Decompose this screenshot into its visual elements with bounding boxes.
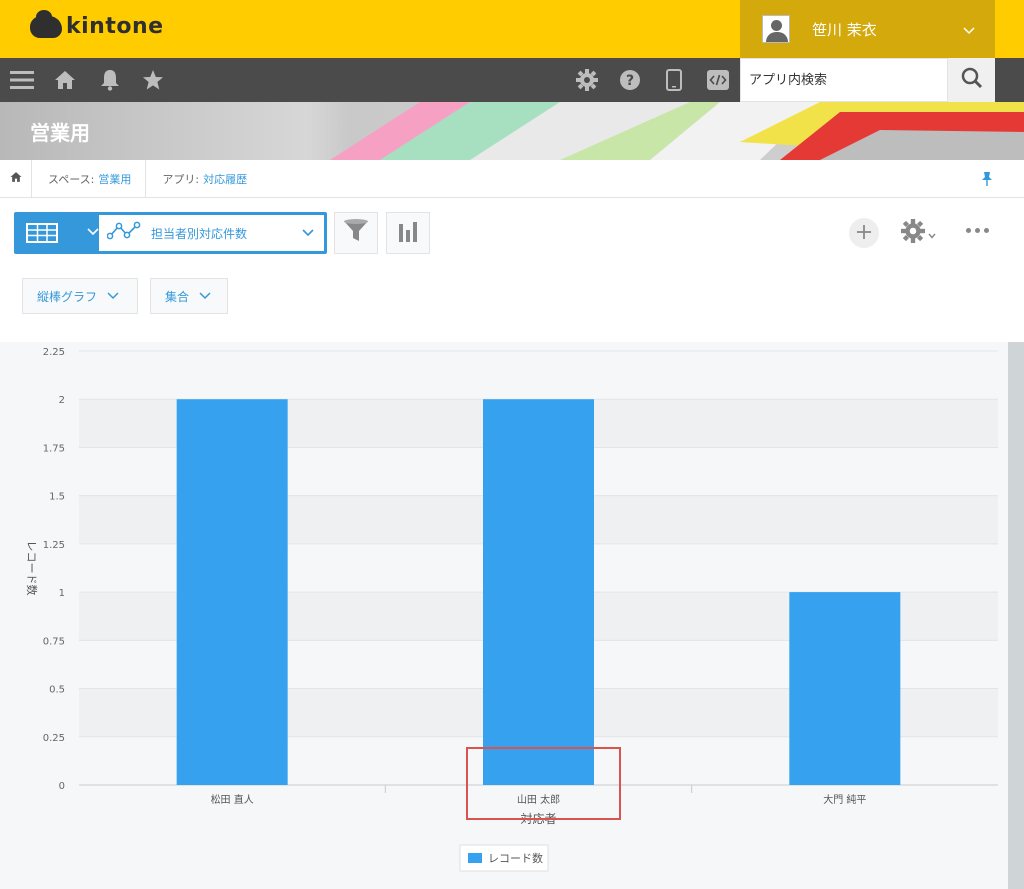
gear-icon[interactable] <box>575 68 599 92</box>
graph-name: 担当者別対応件数 <box>151 226 248 241</box>
svg-text:?: ? <box>626 73 634 89</box>
y-axis-title: レコード数 <box>25 541 38 596</box>
bar[interactable] <box>789 592 901 785</box>
pin-icon[interactable] <box>980 171 994 187</box>
search-input[interactable] <box>740 58 948 102</box>
bar-chart-icon <box>398 220 418 246</box>
breadcrumb-space-link[interactable]: 営業用 <box>98 171 131 187</box>
y-tick-label: 1.25 <box>43 540 65 551</box>
toolbar: 担当者別対応件数 縦棒グラフ 集合 <box>0 198 1024 328</box>
chevron-down-icon <box>199 289 211 303</box>
y-tick-label: 0.75 <box>43 636 65 647</box>
y-tick-label: 1 <box>59 588 65 599</box>
top-header: kintone 笹川 茉衣 <box>0 0 1024 58</box>
chevron-down-icon <box>963 23 975 35</box>
kintone-logo[interactable]: kintone <box>30 9 164 39</box>
bar[interactable] <box>176 399 288 785</box>
aggregation-label: 集合 <box>165 289 190 304</box>
search-button[interactable] <box>948 58 995 102</box>
banner-image <box>330 102 1024 160</box>
breadcrumb-app-link[interactable]: 対応履歴 <box>203 171 247 187</box>
x-tick-label: 大門 純平 <box>823 793 866 806</box>
breadcrumb-space-prefix: スペース: <box>48 172 95 186</box>
user-name: 笹川 茉衣 <box>812 20 877 39</box>
chart-type-dropdown[interactable]: 縦棒グラフ <box>22 278 138 314</box>
star-icon[interactable] <box>141 68 165 92</box>
y-tick-label: 0 <box>59 781 65 792</box>
y-tick-label: 1.75 <box>43 443 65 454</box>
y-tick-label: 2.25 <box>43 347 65 358</box>
more-options-button[interactable] <box>966 224 992 236</box>
y-tick-label: 0.5 <box>49 685 65 696</box>
breadcrumb-home[interactable] <box>0 159 32 198</box>
menu-icon[interactable] <box>10 68 34 92</box>
graph-button[interactable] <box>386 212 430 254</box>
chevron-down-icon <box>928 224 936 243</box>
chevron-down-icon <box>87 224 99 240</box>
app-settings-button[interactable] <box>901 219 941 247</box>
breadcrumb-space[interactable]: スペース: 営業用 <box>32 159 147 198</box>
graph-selector[interactable]: 担当者別対応件数 <box>99 215 324 251</box>
home-icon[interactable] <box>53 68 77 92</box>
search-icon <box>961 67 983 93</box>
y-tick-label: 2 <box>59 395 65 406</box>
breadcrumb-app-prefix: アプリ: <box>162 172 200 186</box>
chart-type-label: 縦棒グラフ <box>37 289 98 304</box>
y-tick-label: 0.25 <box>43 733 65 744</box>
legend-swatch <box>468 853 482 863</box>
bar[interactable] <box>483 399 594 785</box>
dot-icon <box>966 227 971 233</box>
avatar <box>762 15 790 43</box>
breadcrumb: スペース: 営業用 アプリ: 対応履歴 <box>0 159 1024 198</box>
annotation-highlight-box <box>466 747 621 820</box>
space-banner: 営業用 <box>0 102 1024 160</box>
dot-icon <box>975 227 980 233</box>
gear-icon <box>901 219 925 247</box>
filter-icon <box>343 218 369 248</box>
dot-icon <box>984 227 989 233</box>
mobile-icon[interactable] <box>662 68 686 92</box>
view-selector[interactable]: 担当者別対応件数 <box>14 212 327 254</box>
logo-text: kintone <box>66 14 164 39</box>
table-view-icon <box>26 223 58 243</box>
filter-button[interactable] <box>334 212 378 254</box>
breadcrumb-app[interactable]: アプリ: 対応履歴 <box>146 160 261 198</box>
y-tick-label: 1.5 <box>49 492 65 503</box>
user-menu[interactable]: 笹川 茉衣 <box>740 0 995 58</box>
scrollbar[interactable] <box>1008 342 1024 889</box>
plus-icon <box>856 221 872 245</box>
legend-label: レコード数 <box>488 852 543 865</box>
logo-cloud-icon <box>30 9 62 38</box>
x-tick-label: 松田 直人 <box>211 793 254 806</box>
aggregation-dropdown[interactable]: 集合 <box>150 278 228 314</box>
chevron-down-icon <box>107 289 119 303</box>
space-title: 営業用 <box>30 121 90 145</box>
home-icon <box>10 171 22 186</box>
help-icon[interactable]: ? <box>618 68 642 92</box>
bell-icon[interactable] <box>98 68 122 92</box>
line-graph-icon <box>106 221 143 245</box>
chevron-down-icon <box>302 226 314 240</box>
code-icon[interactable] <box>706 68 730 92</box>
add-record-button[interactable] <box>849 218 879 248</box>
